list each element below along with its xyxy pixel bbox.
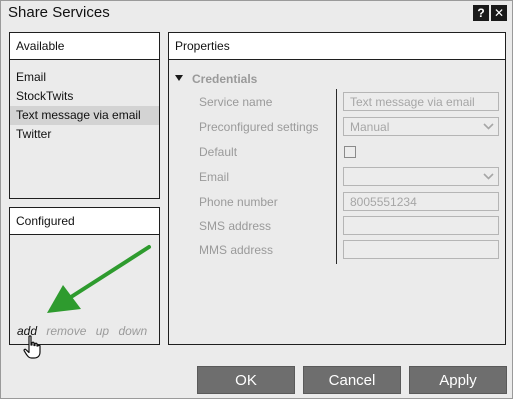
- service-name-field[interactable]: Text message via email: [343, 92, 499, 111]
- phone-number-field[interactable]: 8005551234: [343, 192, 499, 211]
- green-arrow-icon: [47, 245, 151, 313]
- preconfigured-settings-label: Preconfigured settings: [199, 120, 319, 134]
- apply-button[interactable]: Apply: [409, 366, 507, 394]
- available-header: Available: [10, 33, 159, 60]
- available-item-text-message[interactable]: Text message via email: [10, 106, 159, 125]
- available-item-email[interactable]: Email: [10, 68, 159, 87]
- preconfigured-settings-value: Manual: [350, 120, 390, 134]
- phone-number-value: 8005551234: [350, 195, 417, 209]
- default-label: Default: [199, 145, 238, 159]
- cancel-button[interactable]: Cancel: [303, 366, 401, 394]
- configured-header: Configured: [10, 208, 159, 235]
- preconfigured-settings-select[interactable]: Manual: [343, 117, 499, 136]
- sms-address-field[interactable]: [343, 216, 499, 235]
- service-name-label: Service name: [199, 95, 273, 109]
- ok-button[interactable]: OK: [197, 366, 295, 394]
- sms-address-label: SMS address: [199, 219, 272, 233]
- help-button[interactable]: ?: [473, 5, 489, 21]
- field-divider: [336, 89, 337, 264]
- share-services-dialog: Share Services ? ✕ Available Email Stock…: [0, 0, 513, 399]
- hand-cursor-icon: [23, 335, 41, 359]
- remove-link[interactable]: remove: [46, 324, 86, 338]
- available-panel: Available Email StockTwits Text message …: [9, 32, 160, 199]
- triangle-down-icon: [175, 75, 183, 81]
- properties-panel: Properties Credentials Service name Prec…: [168, 32, 506, 345]
- title-bar: Share Services ? ✕: [1, 1, 512, 25]
- available-item-stocktwits[interactable]: StockTwits: [10, 87, 159, 106]
- dialog-title: Share Services: [8, 4, 110, 21]
- mms-address-field[interactable]: [343, 240, 499, 259]
- down-link[interactable]: down: [118, 324, 147, 338]
- available-item-twitter[interactable]: Twitter: [10, 125, 159, 144]
- service-name-value: Text message via email: [350, 95, 475, 109]
- properties-header: Properties: [169, 33, 505, 60]
- available-list: Email StockTwits Text message via email …: [10, 68, 159, 144]
- phone-number-label: Phone number: [199, 195, 278, 209]
- email-label: Email: [199, 170, 230, 184]
- mms-address-label: MMS address: [199, 243, 274, 257]
- email-select[interactable]: [343, 167, 499, 186]
- chevron-down-icon: [483, 173, 494, 180]
- credentials-label: Credentials: [192, 72, 258, 86]
- default-checkbox[interactable]: [344, 146, 356, 158]
- credentials-section-toggle[interactable]: Credentials: [175, 72, 257, 86]
- close-button[interactable]: ✕: [491, 5, 507, 21]
- chevron-down-icon: [483, 123, 494, 130]
- up-link[interactable]: up: [96, 324, 109, 338]
